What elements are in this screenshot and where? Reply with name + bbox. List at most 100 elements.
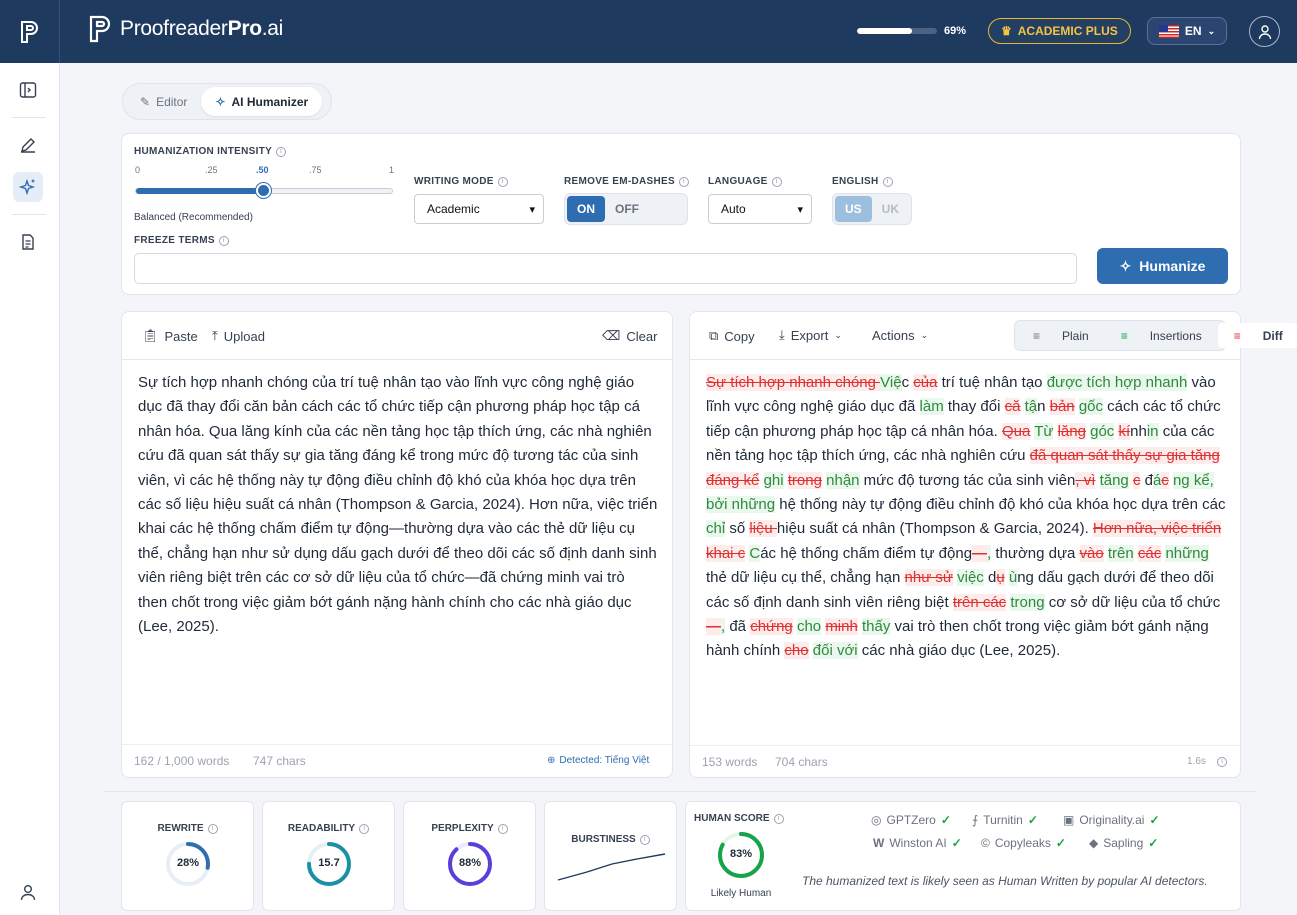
- paste-button[interactable]: 📋︎ Paste: [142, 328, 198, 344]
- copy-icon: ⧉: [709, 328, 719, 343]
- diff-unchanged: d: [983, 569, 997, 587]
- diff-insertion: những: [1165, 544, 1209, 562]
- sparkle-icon: ✧: [215, 94, 226, 109]
- diff-deletion: liệu: [749, 520, 777, 538]
- freeze-terms-label: FREEZE TERMS i: [134, 235, 229, 246]
- diff-insertion: tăng: [1099, 471, 1129, 489]
- diff-deletion: ụ: [996, 569, 1005, 587]
- chevron-down-icon: ▾: [529, 203, 535, 216]
- tab-ai-humanizer[interactable]: ✧ AI Humanizer: [201, 87, 323, 116]
- chevron-down-icon: ⌄: [834, 329, 842, 340]
- sidebar-item-account[interactable]: [13, 877, 43, 907]
- language-select[interactable]: Auto ▾: [708, 194, 812, 224]
- remove-em-dashes-label: REMOVE EM-DASHES i: [564, 176, 689, 187]
- output-word-count: 153 words: [702, 755, 758, 769]
- lines-icon: ≡: [1120, 328, 1128, 343]
- info-icon: i: [678, 176, 689, 187]
- info-icon: i: [773, 813, 784, 824]
- diff-unchanged: [1053, 423, 1057, 440]
- diff-unchanged: [759, 472, 763, 489]
- sidebar-divider: [12, 214, 46, 215]
- diff-insertion: góc: [1090, 422, 1115, 440]
- diff-deletion: trên các: [952, 593, 1007, 611]
- pane-divider: [690, 745, 1240, 746]
- input-char-count: 747 chars: [253, 754, 306, 768]
- detector-gptzero: ◎ GPTZero ✓: [871, 813, 951, 827]
- em-dash-off-option[interactable]: OFF: [605, 196, 649, 222]
- em-dash-toggle[interactable]: ON OFF: [564, 193, 688, 225]
- detector-sapling: ◆ Sapling ✓: [1089, 836, 1159, 850]
- diff-unchanged: số: [725, 520, 750, 538]
- diff-unchanged: đ: [1140, 471, 1153, 489]
- view-plain[interactable]: ≡ Plain: [1017, 323, 1105, 348]
- check-icon: ✓: [951, 836, 962, 850]
- humanize-button[interactable]: ✧ Humanize: [1097, 248, 1228, 284]
- intensity-slider-handle[interactable]: [256, 183, 271, 198]
- diff-deletion: kí: [1118, 422, 1131, 440]
- diff-deletion: các: [1137, 544, 1162, 562]
- diff-deletion: của: [913, 374, 938, 391]
- upload-button[interactable]: ⤒ Upload: [212, 328, 265, 344]
- export-dropdown[interactable]: ⤓ Export ⌄: [779, 327, 842, 343]
- app-logo[interactable]: [0, 0, 60, 63]
- intensity-slider-fill: [136, 188, 264, 194]
- tick-label: .50: [256, 165, 269, 175]
- actions-dropdown[interactable]: Actions ⌄: [872, 328, 928, 343]
- output-diff-text[interactable]: Sự tích hợp nhanh chóng Việc của trí tuệ…: [706, 371, 1228, 664]
- sparkle-icon: [19, 178, 36, 196]
- metrics-divider: [104, 791, 1257, 792]
- diff-insertion: in: [1146, 422, 1159, 440]
- check-icon: ✓: [1027, 813, 1038, 827]
- diff-insertion: thấy: [862, 618, 891, 636]
- tab-editor[interactable]: ✎ Editor: [126, 87, 201, 116]
- human-score-label: HUMAN SCORE: [694, 813, 770, 824]
- user-icon: [20, 885, 36, 901]
- pencil-icon: ✎: [140, 94, 151, 109]
- check-icon: ✓: [1149, 813, 1160, 827]
- english-uk-option[interactable]: UK: [872, 196, 909, 222]
- toggle-sidebar-icon[interactable]: [13, 75, 43, 105]
- diff-insertion: C: [749, 544, 761, 562]
- language-selector[interactable]: EN ⌄: [1147, 17, 1227, 45]
- diff-insertion: ghi: [763, 471, 784, 489]
- burstiness-sparkline: [557, 853, 666, 881]
- mode-tabs: ✎ Editor ✧ AI Humanizer: [122, 83, 332, 120]
- originality-icon: ▣: [1063, 813, 1075, 827]
- intensity-label: HUMANIZATION INTENSITY i: [134, 146, 287, 157]
- user-avatar[interactable]: [1249, 16, 1280, 47]
- diff-unchanged: mức độ tương tác của sinh viên: [859, 471, 1076, 489]
- diff-insertion: trên: [1107, 544, 1134, 562]
- chevron-down-icon: ⌄: [920, 330, 929, 340]
- english-variant-toggle[interactable]: US UK: [832, 193, 912, 225]
- intensity-slider[interactable]: [135, 183, 393, 198]
- clear-button[interactable]: ⌫ Clear: [602, 328, 657, 344]
- plan-badge[interactable]: ♛ ACADEMIC PLUS: [988, 18, 1131, 44]
- perplexity-value: 88%: [458, 857, 482, 869]
- diff-unchanged: n: [1037, 398, 1050, 416]
- diff-unchanged: hiệu suất cá nhân (Thompson & Garcia, 20…: [776, 520, 1093, 538]
- em-dash-on-option[interactable]: ON: [567, 196, 605, 222]
- copy-button[interactable]: ⧉ Copy: [709, 328, 755, 344]
- diff-unchanged: [1095, 472, 1099, 489]
- sidebar-item-documents[interactable]: [13, 227, 43, 257]
- sidebar-item-humanizer[interactable]: [13, 172, 43, 202]
- diff-insertion: tậ: [1024, 398, 1038, 416]
- chevron-down-icon: ⌄: [1207, 25, 1216, 36]
- diff-unchanged: đã: [725, 618, 751, 636]
- diff-insertion: cho: [796, 618, 822, 636]
- english-us-option[interactable]: US: [835, 196, 872, 222]
- diff-deletion: bản: [1049, 398, 1075, 416]
- logo-icon: [20, 20, 38, 43]
- sidebar-item-editor[interactable]: [13, 130, 43, 160]
- diff-unchanged: c: [901, 374, 914, 391]
- view-diff[interactable]: ≡ Diff: [1217, 323, 1297, 348]
- input-text[interactable]: Sự tích hợp nhanh chóng của trí tuệ nhân…: [138, 371, 658, 639]
- brand[interactable]: ProofreaderPro.ai: [88, 14, 283, 44]
- view-insertions[interactable]: ≡ Insertions: [1105, 323, 1218, 348]
- sidebar: [0, 63, 60, 915]
- diff-deletion: cho: [784, 642, 809, 660]
- writing-mode-select[interactable]: Academic ▾: [414, 194, 544, 224]
- freeze-terms-input[interactable]: [134, 253, 1077, 284]
- diff-insertion: nhận: [826, 471, 860, 489]
- info-icon: i: [1217, 757, 1227, 767]
